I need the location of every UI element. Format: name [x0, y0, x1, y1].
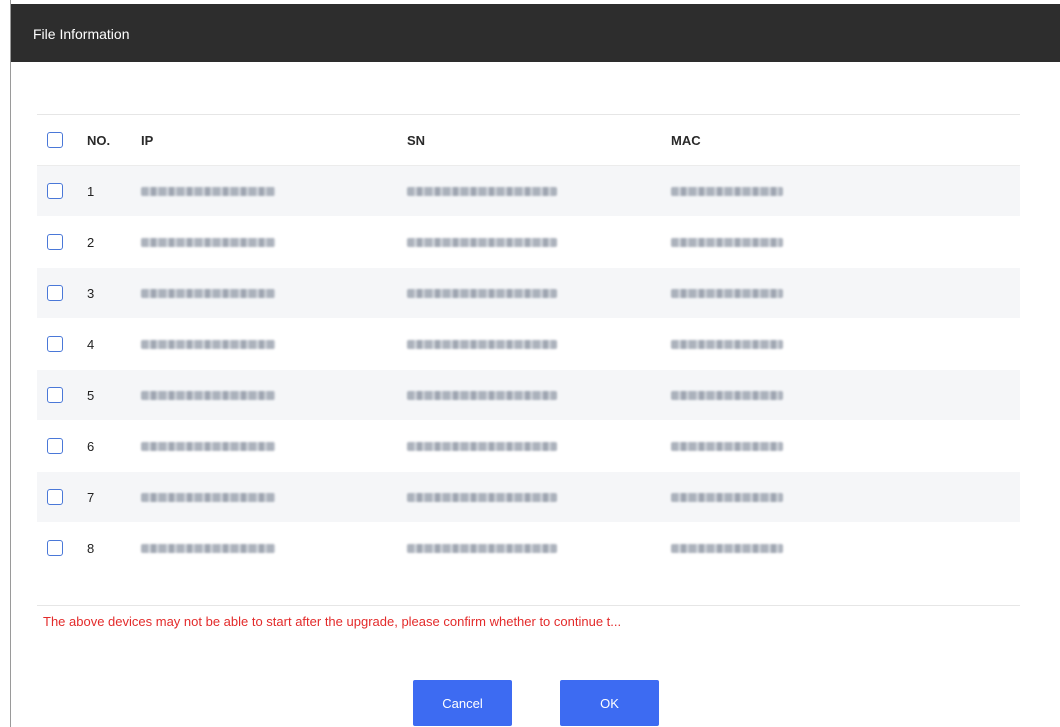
table-row: 4	[37, 319, 1020, 370]
ip-value-redacted	[141, 286, 275, 301]
file-information-dialog: File Information NO. IP SN MAC 1 2 3 4 5…	[10, 0, 1060, 727]
mac-value-redacted	[671, 286, 783, 301]
column-header-mac: MAC	[671, 132, 701, 148]
column-header-ip: IP	[141, 132, 154, 148]
row-checkbox[interactable]	[47, 285, 63, 301]
cancel-button[interactable]: Cancel	[413, 680, 512, 726]
mac-value-redacted	[671, 541, 783, 556]
row-checkbox[interactable]	[47, 336, 63, 352]
table-row: 7	[37, 472, 1020, 523]
row-number: 5	[87, 387, 95, 403]
sn-value-redacted	[407, 541, 557, 556]
ok-button[interactable]: OK	[560, 680, 659, 726]
table-row: 2	[37, 217, 1020, 268]
table-row: 6	[37, 421, 1020, 472]
table-header-row: NO. IP SN MAC	[37, 115, 1020, 166]
table-row: 1	[37, 166, 1020, 217]
table-row: 5	[37, 370, 1020, 421]
mac-value-redacted	[671, 235, 783, 250]
row-number: 2	[87, 234, 95, 250]
column-header-no: NO.	[87, 132, 111, 148]
mac-value-redacted	[671, 184, 783, 199]
sn-value-redacted	[407, 286, 557, 301]
ip-value-redacted	[141, 439, 275, 454]
ip-value-redacted	[141, 541, 275, 556]
table-row: 3	[37, 268, 1020, 319]
sn-value-redacted	[407, 337, 557, 352]
dialog-title-bar: File Information	[11, 4, 1060, 62]
ip-value-redacted	[141, 184, 275, 199]
device-table: NO. IP SN MAC 1 2 3 4 5 6 7 8	[37, 114, 1020, 574]
sn-value-redacted	[407, 184, 557, 199]
ip-value-redacted	[141, 388, 275, 403]
upgrade-warning-message: The above devices may not be able to sta…	[43, 614, 622, 629]
mac-value-redacted	[671, 490, 783, 505]
ip-value-redacted	[141, 490, 275, 505]
sn-value-redacted	[407, 235, 557, 250]
row-number: 4	[87, 336, 95, 352]
ip-value-redacted	[141, 337, 275, 352]
ip-value-redacted	[141, 235, 275, 250]
row-checkbox[interactable]	[47, 183, 63, 199]
row-number: 1	[87, 183, 95, 199]
row-number: 3	[87, 285, 95, 301]
row-checkbox[interactable]	[47, 540, 63, 556]
row-checkbox[interactable]	[47, 234, 63, 250]
row-number: 6	[87, 438, 95, 454]
row-checkbox[interactable]	[47, 489, 63, 505]
select-all-checkbox[interactable]	[47, 132, 63, 148]
mac-value-redacted	[671, 337, 783, 352]
dialog-title: File Information	[33, 26, 130, 42]
mac-value-redacted	[671, 388, 783, 403]
sn-value-redacted	[407, 490, 557, 505]
column-header-sn: SN	[407, 132, 426, 148]
mac-value-redacted	[671, 439, 783, 454]
row-number: 7	[87, 489, 95, 505]
table-row: 8	[37, 523, 1020, 574]
table-divider	[37, 605, 1020, 606]
sn-value-redacted	[407, 439, 557, 454]
row-number: 8	[87, 540, 95, 556]
row-checkbox[interactable]	[47, 438, 63, 454]
sn-value-redacted	[407, 388, 557, 403]
row-checkbox[interactable]	[47, 387, 63, 403]
